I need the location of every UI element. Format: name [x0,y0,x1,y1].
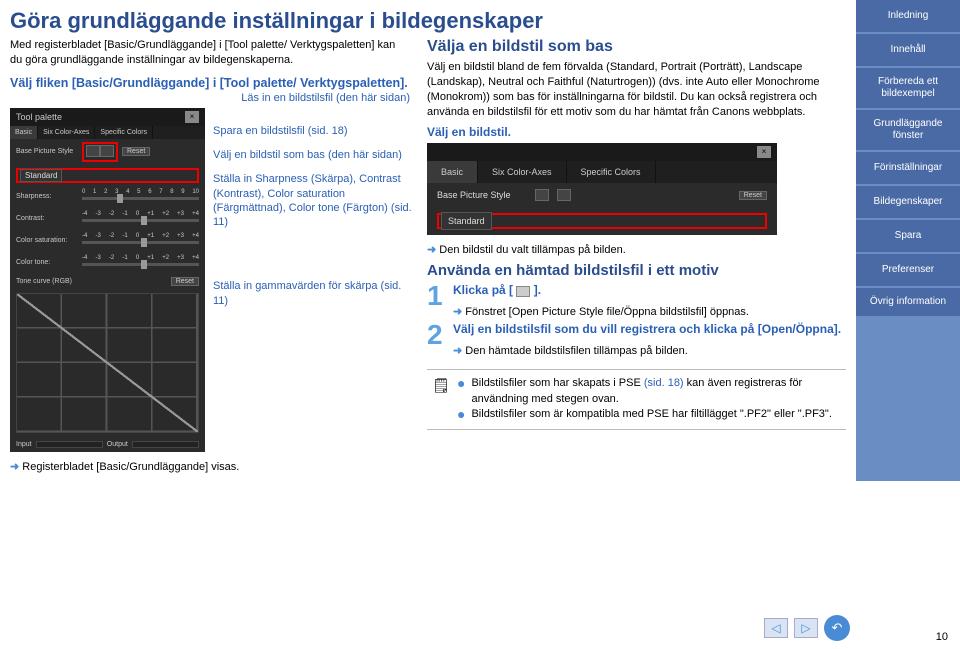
base-style-label: Base Picture Style [437,190,527,200]
back-button[interactable]: ↶ [824,615,850,641]
panel-title: Tool palette [16,112,62,122]
nav-contents[interactable]: Innehåll [856,34,960,66]
tab-basic: Basic [10,126,38,139]
output-box [132,441,199,448]
step-number: 1 [427,283,451,308]
nav-presets[interactable]: Förinställningar [856,152,960,184]
output-label: Output [107,441,128,448]
annot-sharpness[interactable]: Ställa in Sharpness (Skärpa), Contrast (… [213,172,415,229]
nav-save[interactable]: Spara [856,220,960,252]
tool-palette-figure: Tool palette × Basic Six Color-Axes Spec… [10,108,205,452]
tab-basic: Basic [427,161,478,183]
open-file-icon [535,189,549,201]
highlight-box-select: Standard [16,168,199,183]
nav-sidebar: Inledning Innehåll Förbereda ett bildexe… [856,0,960,481]
tip-page-link[interactable]: (sid. 18) [644,377,684,389]
select-style-step: Välj en bildstil. [427,125,846,139]
section-title: Välja en bildstil som bas [427,38,846,56]
nav-image-props[interactable]: Bildegenskaper [856,186,960,218]
tab-specific: Specific Colors [567,161,656,183]
tab-specific: Specific Colors [95,126,153,139]
step-number: 2 [427,322,451,347]
next-page-button[interactable]: ▷ [794,618,818,638]
applied-note: Den bildstil du valt tillämpas på bilden… [427,243,846,256]
reset-curve-button: Reset [171,277,199,286]
tone-curve-graph [16,293,199,433]
nav-prefs[interactable]: Preferenser [856,254,960,286]
tab-six-color: Six Color-Axes [38,126,95,139]
page-title: Göra grundläggande inställningar i bilde… [10,8,846,34]
bullet-icon: ● [457,376,465,407]
nav-basic-windows[interactable]: Grundläggande fönster [856,110,960,150]
sharpness-slider: 012345678910 [82,189,199,205]
tip-box: 🗒 ●Bildstilsfiler som har skapats i PSE … [427,369,846,429]
step-instruction: Välj fliken [Basic/Grundläggande] i [Too… [10,76,410,90]
style-select-figure: × Basic Six Color-Axes Specific Colors B… [427,143,777,235]
prev-page-button[interactable]: ◁ [764,618,788,638]
style-select: Standard [441,212,492,230]
reset-button: Reset [122,147,150,156]
step1-title: Klicka på [ ]. [453,283,541,297]
annot-save[interactable]: Spara en bildstilsfil (sid. 18) [213,124,415,138]
open-file-icon [86,145,100,157]
page-nav: ◁ ▷ ↶ [764,615,850,641]
contrast-slider: -4-3-2-10+1+2+3+4 [82,211,199,227]
downloaded-style-title: Använda en hämtad bildstilsfil i ett mot… [427,262,846,279]
nav-other[interactable]: Övrig information [856,288,960,316]
annot-select-base[interactable]: Välj en bildstil som bas (den här sidan) [213,148,415,162]
intro-text: Med registerbladet [Basic/Grundläggande]… [10,38,410,68]
annot-gamma[interactable]: Ställa in gammavärden för skärpa (sid. 1… [213,279,415,308]
sharpness-label: Sharpness: [16,193,78,200]
tone-label: Color tone: [16,259,78,266]
save-file-icon [100,145,114,157]
reset-button: Reset [739,191,767,200]
input-box [36,441,103,448]
tab-six-color: Six Color-Axes [478,161,567,183]
nav-intro[interactable]: Inledning [856,0,960,32]
nav-prepare[interactable]: Förbereda ett bildexempel [856,68,960,108]
close-icon: × [185,111,199,123]
tip-2: Bildstilsfiler som är kompatibla med PSE… [471,407,831,422]
save-file-icon [557,189,571,201]
tone-slider: -4-3-2-10+1+2+3+4 [82,255,199,271]
note-icon: 🗒 [431,376,451,422]
saturation-label: Color saturation: [16,237,78,244]
tip-1: Bildstilsfiler som har skapats i PSE (si… [471,376,842,407]
read-style-link[interactable]: Läs in en bildstilsfil (den här sidan) [10,92,410,104]
step2-title: Välj en bildstilsfil som du vill registr… [453,322,841,336]
saturation-slider: -4-3-2-10+1+2+3+4 [82,233,199,249]
contrast-label: Contrast: [16,215,78,222]
step2-note: Den hämtade bildstilsfilen tillämpas på … [453,344,846,357]
close-icon: × [757,146,771,158]
section-body: Välj en bildstil bland de fem förvalda (… [427,60,846,119]
step1-note: Fönstret [Open Picture Style file/Öppna … [453,305,846,318]
page-number: 10 [936,631,948,643]
highlight-box-select: Standard [437,213,767,229]
curve-label: Tone curve (RGB) [16,278,78,285]
bullet-icon: ● [457,407,465,422]
input-label: Input [16,441,32,448]
style-select: Standard [20,169,62,182]
base-style-label: Base Picture Style [16,148,78,155]
highlight-box [82,142,118,162]
register-note: Registerbladet [Basic/Grundläggande] vis… [10,460,415,473]
folder-icon [516,286,530,297]
